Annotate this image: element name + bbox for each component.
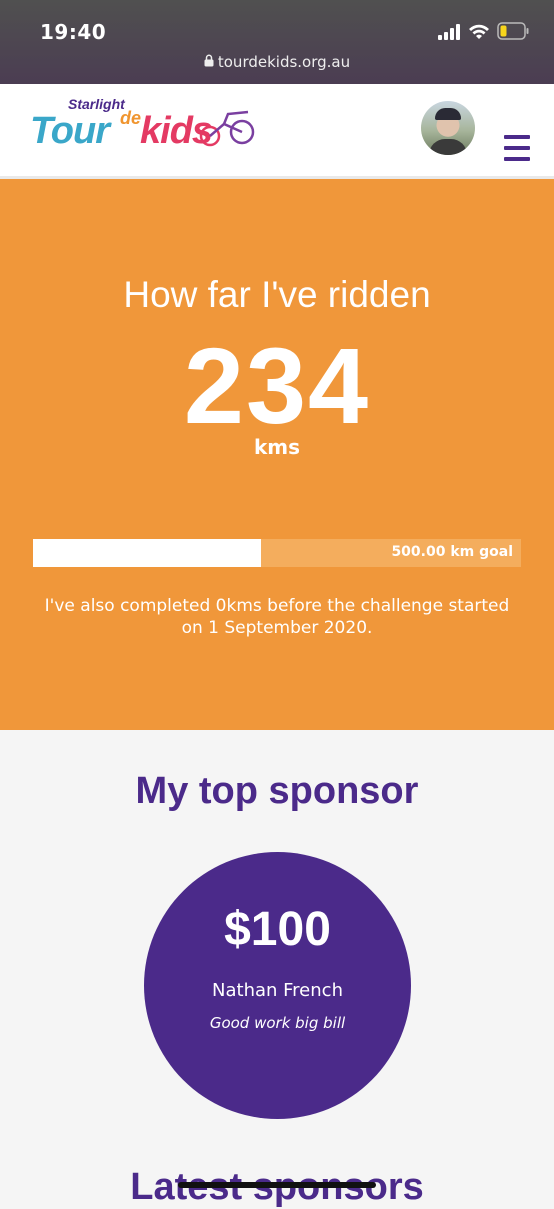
sponsor-name: Nathan French [212,980,343,1001]
logo-tour-text: Tour [30,110,110,152]
sponsor-message: Good work big bill [209,1014,346,1032]
hero-title: How far I've ridden [123,274,431,315]
cellular-signal-icon [438,24,462,40]
avatar[interactable] [421,101,475,155]
url-text: tourdekids.org.au [217,53,351,71]
bicycle-icon [199,110,255,147]
distance-unit: kms [253,435,301,459]
logo-de-text: de [120,108,142,128]
distance-progress-bar: 500.00 km goal [33,539,521,567]
distance-hero: How far I've ridden 234 kms 500.00 km go… [0,179,554,730]
prior-distance-note: I've also completed 0kms before the chal… [44,596,510,638]
top-sponsor-card: $100 Nathan French Good work big bill [144,852,411,1119]
address-bar[interactable]: tourdekids.org.au [0,53,554,71]
status-bar: 19:40 tourdekids.org.au [0,0,554,84]
progress-fill [33,539,262,567]
status-time: 19:40 [40,20,107,44]
home-indicator [178,1182,376,1188]
hamburger-menu-icon[interactable] [504,135,530,161]
top-sponsor-heading: My top sponsor [135,770,419,812]
distance-value: 234 [183,325,371,446]
sponsor-amount: $100 [224,903,331,956]
battery-low-icon [497,22,529,40]
wifi-icon [469,24,489,39]
goal-label: 500.00 km goal [391,544,513,560]
tour-de-kids-logo[interactable]: Starlight Tour de kids [30,96,260,166]
lock-icon [204,54,214,67]
